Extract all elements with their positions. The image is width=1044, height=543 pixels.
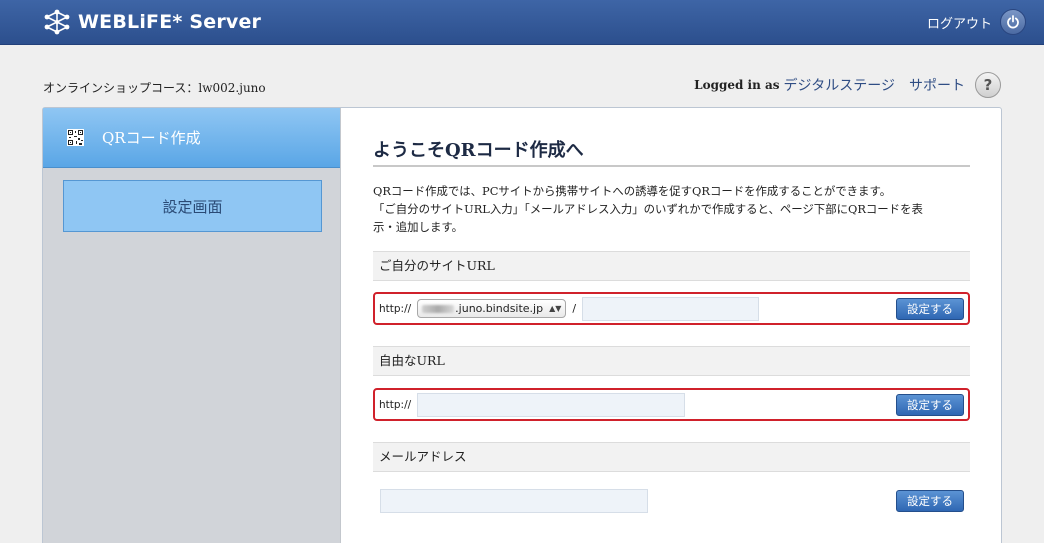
user-info: Logged in as デジタルステージ サポート ? <box>694 72 1001 98</box>
description-line-2: 「ご自分のサイトURL入力」「メールアドレス入力」のいずれかで作成すると、ページ… <box>373 202 923 216</box>
power-icon[interactable] <box>1000 9 1026 35</box>
support-link[interactable]: サポート <box>909 75 965 95</box>
sidebar: QRコード作成 設定画面 <box>43 108 341 543</box>
domain-select[interactable]: .juno.bindsite.jp ▲▼ <box>417 299 567 318</box>
qr-code-icon <box>67 129 84 146</box>
email-row: 設定する <box>373 483 970 518</box>
masked-subdomain <box>422 304 455 313</box>
description-line-3: 示・追加します。 <box>373 220 463 234</box>
email-set-button[interactable]: 設定する <box>896 489 964 512</box>
description: QRコード作成では、PCサイトから携帯サイトへの誘導を促すQRコードを作成するこ… <box>373 182 970 236</box>
logout-button[interactable]: ログアウト <box>927 9 1026 35</box>
free-url-input[interactable] <box>417 392 686 417</box>
domain-select-value: .juno.bindsite.jp <box>455 302 544 315</box>
free-url-protocol: http:// <box>379 398 412 411</box>
course-label: オンラインショップコース：lw002.juno <box>43 81 266 95</box>
description-line-1: QRコード作成では、PCサイトから携帯サイトへの誘導を促すQRコードを作成するこ… <box>373 184 892 198</box>
free-url-heading: 自由なURL <box>373 346 970 376</box>
top-bar: WEBLiFE* Server ログアウト <box>0 0 1044 45</box>
path-separator: / <box>572 302 577 315</box>
app-logo[interactable]: WEBLiFE* Server <box>44 9 261 35</box>
email-heading: メールアドレス <box>373 442 970 472</box>
settings-screen-button[interactable]: 設定画面 <box>63 180 322 232</box>
select-arrows-icon: ▲▼ <box>549 304 562 313</box>
site-url-protocol: http:// <box>379 302 412 315</box>
logged-in-label: Logged in as <box>694 78 780 92</box>
sidebar-title: QRコード作成 <box>102 129 201 147</box>
page-title: ようこそQRコード作成へ <box>373 136 970 167</box>
sidebar-header[interactable]: QRコード作成 <box>43 108 340 168</box>
main-panel: QRコード作成 設定画面 ようこそQRコード作成へ QRコード作成では、PCサイ… <box>42 107 1002 543</box>
network-logo-icon <box>44 9 70 35</box>
app-title: WEBLiFE* Server <box>78 11 262 33</box>
site-url-set-button[interactable]: 設定する <box>896 297 964 320</box>
site-path-input[interactable] <box>582 296 760 321</box>
help-icon[interactable]: ? <box>975 72 1001 98</box>
site-url-row: http:// .juno.bindsite.jp ▲▼ / 設定する <box>373 292 970 325</box>
email-input[interactable] <box>380 488 648 513</box>
free-url-row: http:// 設定する <box>373 388 970 421</box>
user-name-link[interactable]: デジタルステージ <box>784 75 895 95</box>
logout-label: ログアウト <box>926 16 992 32</box>
free-url-set-button[interactable]: 設定する <box>896 393 964 416</box>
site-url-heading: ご自分のサイトURL <box>373 251 970 281</box>
